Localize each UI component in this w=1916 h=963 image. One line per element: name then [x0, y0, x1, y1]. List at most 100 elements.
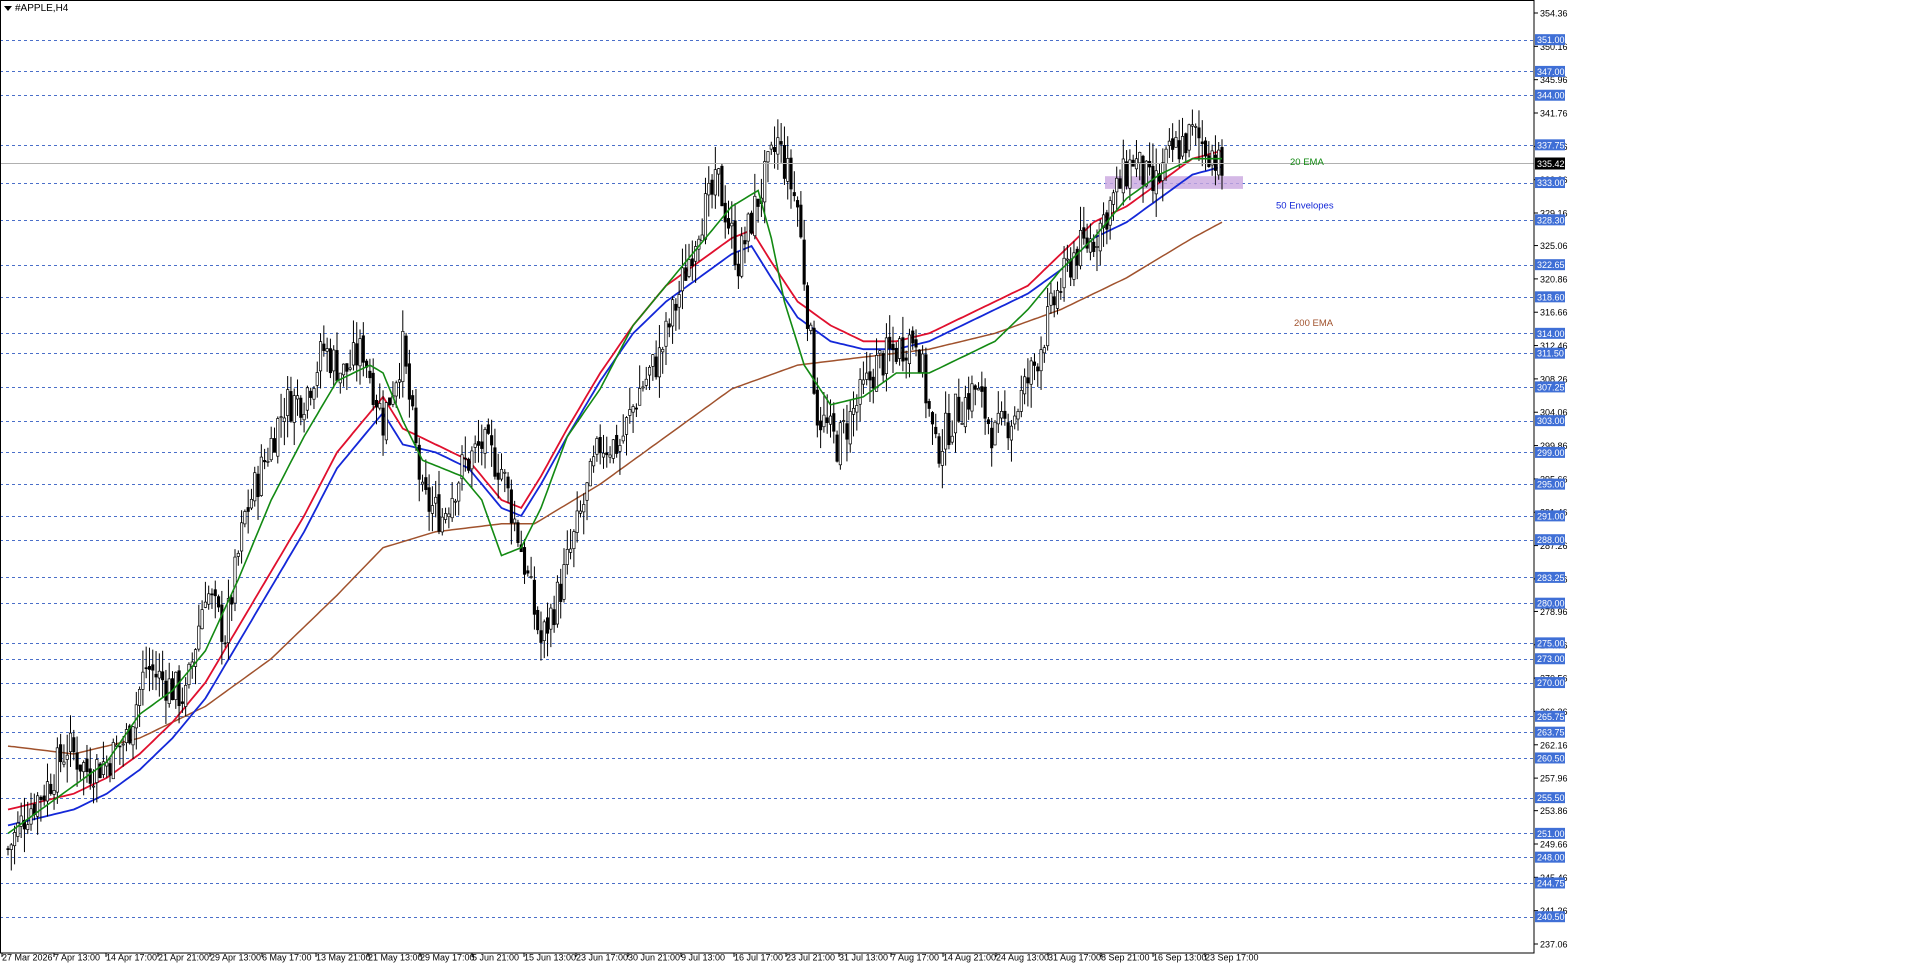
candle-body [608, 454, 612, 458]
level-label: 280.00 [1537, 599, 1565, 609]
candle-body [621, 435, 625, 442]
candle-body [1078, 230, 1083, 267]
candle-body [967, 393, 971, 410]
candle-body [542, 621, 546, 641]
level-label: 273.00 [1537, 654, 1565, 664]
candle-body [1171, 138, 1175, 150]
price-tick-label: 354.36 [1540, 9, 1568, 19]
candle-body [749, 212, 754, 234]
candle-body [753, 195, 757, 237]
candle-body [1190, 124, 1194, 127]
time-label: 31 Jul 13:00 [839, 953, 888, 963]
candle-body [950, 435, 954, 443]
candle-body [450, 498, 454, 519]
candle-body [572, 531, 576, 549]
candle-body [506, 476, 510, 489]
candle-body [286, 389, 290, 416]
candle-body [292, 395, 296, 423]
candle-body [575, 510, 579, 533]
candle-body [782, 145, 786, 179]
candle-body [858, 379, 862, 405]
candle-body [361, 335, 365, 363]
candle-body [108, 763, 112, 776]
candle-body [378, 403, 382, 409]
candle-body [904, 357, 908, 361]
price-tick-label: 257.96 [1540, 774, 1568, 784]
candle-body [256, 473, 260, 498]
candle-body [674, 303, 678, 311]
candle-body [384, 402, 388, 441]
candle-body [736, 263, 740, 277]
candle-body [1141, 155, 1145, 185]
level-label: 291.00 [1537, 511, 1565, 521]
chart-canvas[interactable]: 20 EMA 50 Envelopes 200 EMA 354.36350.1634… [0, 0, 1916, 963]
candle-body [49, 783, 53, 794]
candle-body [822, 414, 826, 428]
candle-body [1108, 200, 1112, 226]
candle-body [944, 412, 948, 450]
candle-body [59, 744, 63, 763]
time-label: 21 May 13:00 [368, 953, 423, 963]
candle-body [371, 372, 375, 405]
candle-body [532, 579, 536, 615]
candle-body [335, 350, 339, 382]
candle-body [1207, 155, 1211, 167]
candle-body [457, 482, 461, 502]
candle-body [1111, 192, 1115, 205]
level-label: 337.75 [1537, 140, 1565, 150]
candle-body [615, 434, 619, 454]
candle-body [305, 387, 309, 411]
candle-body [1049, 292, 1053, 306]
candle-body [891, 343, 895, 351]
candle-body [161, 671, 165, 681]
candle-body [141, 671, 145, 690]
price-axis: 354.36350.16345.96341.76337.56333.36329.… [1534, 9, 1568, 950]
candle-body [1161, 162, 1165, 181]
price-tick-label: 320.86 [1540, 274, 1568, 284]
candle-body [351, 342, 355, 366]
candle-body [131, 726, 135, 746]
level-label: 255.50 [1537, 793, 1565, 803]
candle-body [546, 617, 550, 634]
candle-body [513, 518, 517, 524]
candle-body [453, 500, 457, 503]
level-label: 275.00 [1537, 638, 1565, 648]
chart-window[interactable]: 20 EMA 50 Envelopes 200 EMA 354.36 350.16 34… [0, 0, 1916, 963]
candle-body [776, 137, 780, 155]
time-label: 31 Aug 17:00 [1048, 953, 1101, 963]
candle-body [62, 761, 66, 765]
candle-body [240, 522, 244, 552]
candle-body [463, 457, 467, 460]
candle-body [1023, 376, 1027, 395]
candle-body [470, 450, 474, 470]
candle-body [654, 356, 658, 378]
chevron-down-icon[interactable] [4, 6, 12, 11]
candle-body [276, 418, 280, 457]
candle-body [315, 372, 319, 386]
candle-body [52, 790, 56, 795]
candle-body [197, 625, 201, 650]
candle-body [397, 379, 402, 383]
candle-body [85, 758, 89, 772]
candle-body [407, 363, 411, 400]
candle-body [411, 395, 415, 407]
candle-body [111, 742, 115, 780]
candle-body [888, 336, 892, 349]
time-label: 29 May 17:00 [420, 953, 475, 963]
candle-body [924, 354, 928, 404]
candle-body [842, 420, 846, 422]
candle-body [493, 447, 497, 477]
candle-body [578, 510, 583, 514]
candle-body [690, 258, 694, 267]
candle-body [638, 388, 642, 406]
level-label: 270.00 [1537, 678, 1565, 688]
time-label: 16 Sep 13:00 [1153, 953, 1207, 963]
candle-body [1055, 290, 1060, 309]
candle-body [55, 747, 59, 793]
candle-body [848, 411, 852, 445]
candle-body [39, 796, 43, 800]
candle-body [223, 642, 227, 645]
candle-body [963, 397, 967, 428]
candle-body [917, 349, 921, 374]
candle-body [881, 353, 885, 376]
